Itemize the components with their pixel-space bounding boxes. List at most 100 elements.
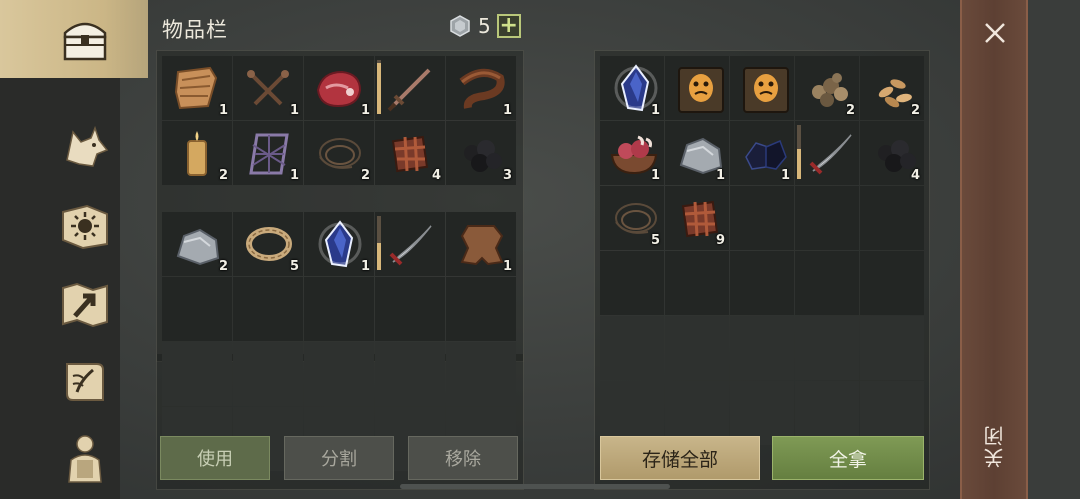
item-quantity: 2 [218, 168, 228, 183]
use-button[interactable]: 使用 [160, 436, 270, 480]
inventory-slot[interactable] [860, 186, 924, 250]
nav-skills-button[interactable] [55, 196, 115, 256]
inventory-slot[interactable] [600, 251, 664, 315]
inventory-slot[interactable] [730, 251, 794, 315]
gem-icon [450, 15, 470, 37]
inventory-slot[interactable] [665, 56, 729, 120]
inventory-slot[interactable] [375, 277, 445, 341]
item-quantity: 1 [289, 168, 299, 183]
inventory-slot[interactable] [860, 316, 924, 380]
inventory-slot[interactable] [233, 342, 303, 406]
inventory-slot[interactable] [795, 251, 859, 315]
inventory-slot[interactable]: 3 [446, 121, 516, 185]
inventory-slot[interactable] [233, 277, 303, 341]
item-quantity: 1 [289, 103, 299, 118]
inventory-slot[interactable]: 1 [665, 121, 729, 185]
stone-icon [176, 228, 220, 266]
item-quantity: 2 [845, 103, 855, 118]
nav-pets-button[interactable] [55, 118, 115, 178]
item-quantity: 5 [289, 259, 299, 274]
inventory-slot[interactable]: 1 [233, 56, 303, 120]
remove-button[interactable]: 移除 [408, 436, 518, 480]
inventory-slot[interactable]: 2 [162, 212, 232, 276]
inventory-slot[interactable] [665, 251, 729, 315]
inventory-slot[interactable]: 1 [446, 212, 516, 276]
sword-icon [387, 68, 431, 112]
item-quantity: 1 [650, 168, 660, 183]
inventory-slot[interactable]: 9 [665, 186, 729, 250]
background-edge [1028, 0, 1080, 499]
inventory-slot[interactable]: 2 [860, 56, 924, 120]
coal-icon [464, 140, 502, 172]
animal-hide-icon [460, 225, 504, 266]
inventory-slot[interactable]: 4 [375, 121, 445, 185]
leather-strap-icon [459, 68, 505, 109]
store-all-button[interactable]: 存储全部 [600, 436, 760, 480]
item-quantity: 2 [360, 168, 370, 183]
durability-bar [797, 125, 801, 179]
inventory-slot[interactable]: 2 [162, 121, 232, 185]
inventory-slot[interactable]: 5 [600, 186, 664, 250]
take-all-button[interactable]: 全拿 [772, 436, 924, 480]
inventory-slot[interactable] [860, 251, 924, 315]
inventory-slot[interactable]: 4 [860, 121, 924, 185]
inventory-slot[interactable] [162, 277, 232, 341]
inventory-slot[interactable]: 1 [162, 56, 232, 120]
item-quantity: 2 [218, 259, 228, 274]
inventory-slot[interactable]: 1 [600, 56, 664, 120]
inventory-slot[interactable] [304, 277, 374, 341]
inventory-slot[interactable] [375, 56, 445, 120]
item-quantity: 4 [910, 168, 920, 183]
scroll-quill-icon [66, 363, 104, 401]
inventory-slot[interactable] [375, 212, 445, 276]
gem-counter: 5 + [448, 14, 521, 38]
inventory-slot[interactable]: 1 [730, 121, 794, 185]
inventory-slot[interactable] [795, 186, 859, 250]
inventory-slot[interactable] [304, 342, 374, 406]
item-quantity: 4 [431, 168, 441, 183]
item-quantity: 1 [360, 259, 370, 274]
item-quantity: 3 [502, 168, 512, 183]
inventory-slot[interactable]: 1 [600, 121, 664, 185]
inventory-slot[interactable] [446, 342, 516, 406]
inventory-slot[interactable] [795, 316, 859, 380]
inventory-slot[interactable] [162, 342, 232, 406]
storage-grid: 1 2 2 1 1 1 4 5 9 [600, 56, 924, 445]
item-quantity: 1 [715, 168, 725, 183]
close-label[interactable]: 关闭 [980, 424, 1010, 468]
item-quantity: 1 [360, 103, 370, 118]
inventory-slot[interactable]: 1 [233, 121, 303, 185]
inventory-slot[interactable] [730, 186, 794, 250]
inventory-slot[interactable]: 1 [304, 212, 374, 276]
inventory-title: 物品栏 [162, 18, 228, 42]
item-quantity: 1 [218, 103, 228, 118]
nails-icon [247, 70, 289, 106]
inventory-slot[interactable]: 5 [233, 212, 303, 276]
close-icon[interactable] [978, 16, 1012, 50]
inventory-slot[interactable] [375, 342, 445, 406]
side-nav [0, 0, 148, 499]
item-quantity: 9 [715, 233, 725, 248]
inventory-slot[interactable]: 2 [304, 121, 374, 185]
inventory-grid: 1 1 1 1 2 1 2 4 3 [162, 56, 516, 185]
inventory-slot[interactable]: 2 [795, 56, 859, 120]
item-quantity: 5 [650, 233, 660, 248]
nav-inventory-button[interactable] [55, 9, 115, 69]
nav-map-button[interactable] [55, 274, 115, 334]
durability-bar [377, 60, 381, 114]
inventory-slot[interactable] [730, 316, 794, 380]
inventory-slot[interactable]: 1 [304, 56, 374, 120]
raw-meat-icon [316, 70, 362, 108]
inventory-slot[interactable] [730, 56, 794, 120]
inventory-slot[interactable]: 1 [446, 56, 516, 120]
add-gems-button[interactable]: + [496, 14, 521, 38]
inventory-slot[interactable] [795, 121, 859, 185]
split-button[interactable]: 分割 [284, 436, 394, 480]
nav-quests-button[interactable] [55, 352, 115, 412]
inventory-slot[interactable] [600, 316, 664, 380]
inventory-slot[interactable] [446, 277, 516, 341]
scimitar-icon [809, 134, 852, 175]
inventory-slot[interactable] [665, 316, 729, 380]
nav-character-button[interactable] [55, 428, 115, 488]
crystal-icon [318, 220, 362, 268]
